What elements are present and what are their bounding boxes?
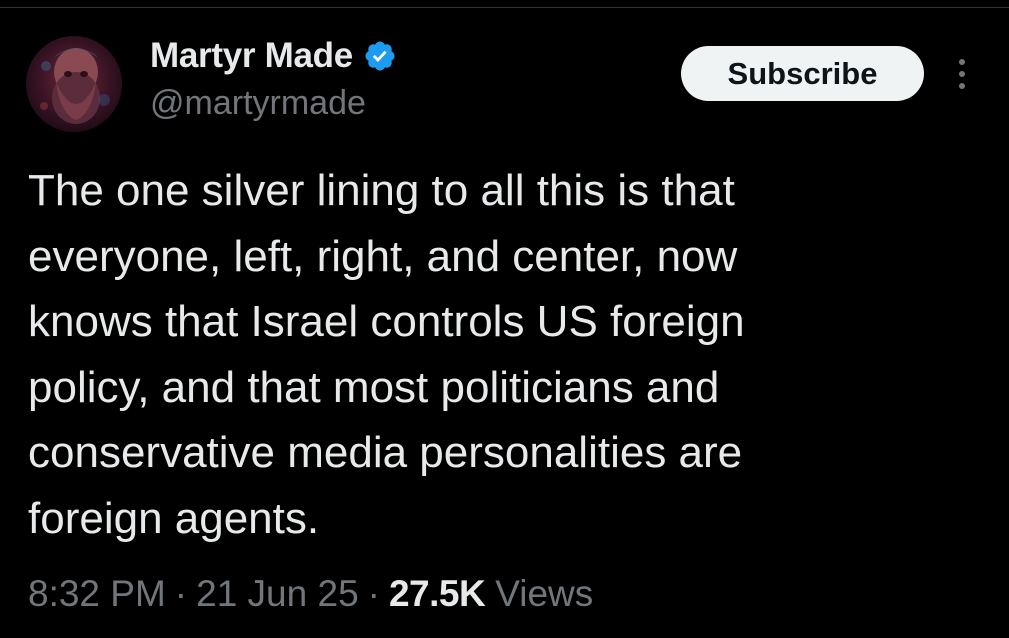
avatar[interactable] bbox=[26, 36, 122, 132]
meta-separator: · bbox=[174, 573, 188, 614]
tweet-time[interactable]: 8:32 PM bbox=[28, 573, 166, 615]
meta-separator: · bbox=[367, 573, 380, 614]
tweet: Martyr Made @martyrmade Subscribe The on… bbox=[0, 0, 1009, 638]
tweet-text-line: knows that Israel controls US foreign bbox=[28, 297, 745, 346]
tweet-text: The one silver lining to all this is tha… bbox=[28, 158, 988, 551]
tweet-text-line: everyone, left, right, and center, now bbox=[28, 231, 738, 281]
subscribe-button[interactable]: Subscribe bbox=[681, 46, 924, 101]
tweet-text-line: foreign agents. bbox=[28, 493, 320, 543]
views-label[interactable]: Views bbox=[495, 573, 593, 615]
author-name-row: Martyr Made bbox=[150, 34, 397, 78]
tweet-text-line: The one silver lining to all this is tha… bbox=[28, 166, 735, 215]
verified-badge-icon[interactable] bbox=[363, 39, 397, 73]
tweet-text-line: conservative media personalities are bbox=[28, 428, 743, 477]
tweet-text-line: policy, and that most politicians and bbox=[28, 362, 720, 412]
display-name[interactable]: Martyr Made bbox=[150, 36, 353, 76]
more-vertical-icon[interactable] bbox=[950, 56, 974, 92]
author-handle[interactable]: @martyrmade bbox=[150, 84, 366, 123]
avatar-image bbox=[26, 36, 122, 132]
views-count[interactable]: 27.5K bbox=[389, 573, 486, 615]
tweet-date[interactable]: 21 Jun 25 bbox=[196, 573, 359, 615]
tweet-meta: 8:32 PM · 21 Jun 25 · 27.5K Views bbox=[28, 570, 593, 618]
